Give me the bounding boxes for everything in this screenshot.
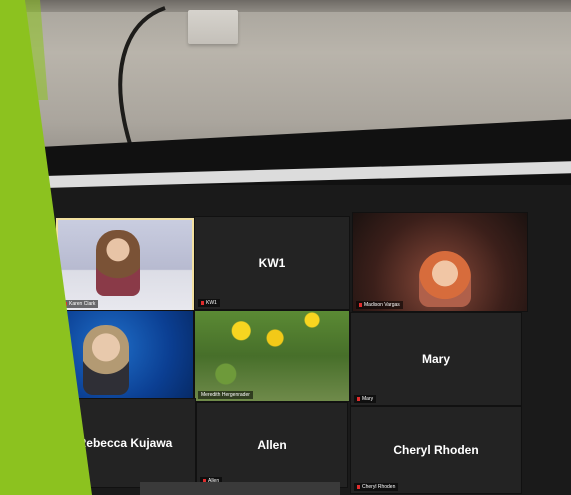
participant-label: Madison Vargas [356, 301, 403, 309]
participant-name: Mary [421, 352, 450, 366]
participant-name: Cheryl Rhoden [393, 443, 479, 457]
participant-name: Allen [257, 438, 287, 452]
participant-label: Meredith Hergenrader [198, 391, 253, 399]
participant-label: Mary [354, 395, 377, 403]
video-tile-presenter: Karen Clark [56, 218, 194, 312]
participant-name: KW1 [258, 256, 286, 270]
mic-muted-icon [359, 302, 362, 307]
participant-video [83, 325, 129, 395]
mic-muted-icon [357, 396, 360, 401]
video-tile-flowers: Meredith Hergenrader [194, 310, 350, 402]
video-tile-blue [54, 310, 194, 400]
partial-video-tile [140, 482, 340, 495]
participant-label: KW1 [198, 299, 220, 307]
mic-muted-icon [64, 301, 67, 306]
participant-video [96, 230, 140, 296]
name-tile-mary: Mary Mary [350, 312, 522, 406]
mic-muted-icon [201, 300, 204, 305]
name-tile-rebecca: Rebecca Kujawa [54, 398, 196, 488]
mic-muted-icon [357, 484, 360, 489]
video-background [195, 311, 349, 401]
participant-name: Rebecca Kujawa [77, 436, 173, 450]
participant-label: Karen Clark [61, 300, 99, 308]
photo-scene: Karen Clark KW1 KW1 Madison Vargas Mered… [0, 0, 571, 495]
name-tile-kw1: KW1 KW1 [194, 216, 350, 310]
name-tile-cheryl: Cheryl Rhoden Cheryl Rhoden [350, 406, 522, 494]
participant-video [419, 251, 471, 307]
participant-label: Cheryl Rhoden [354, 483, 399, 491]
video-tile-madison: Madison Vargas [352, 212, 528, 312]
name-tile-allen: Allen Allen [196, 402, 348, 488]
